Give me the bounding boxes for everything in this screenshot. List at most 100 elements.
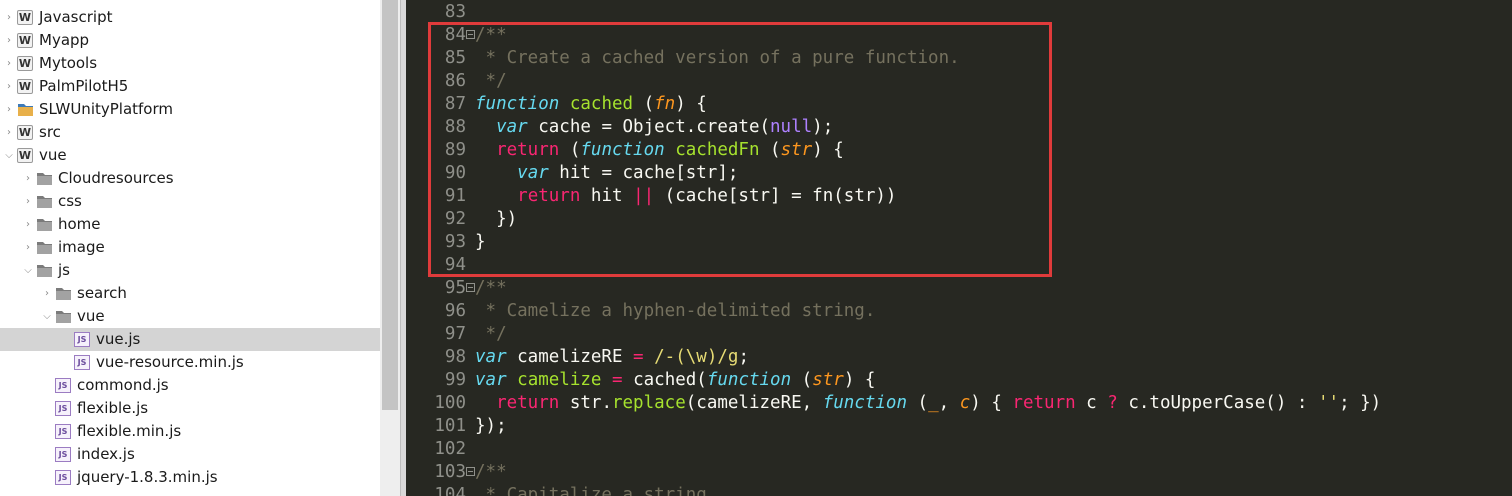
- tree-item[interactable]: JS index.js: [0, 443, 380, 466]
- code-line[interactable]: 90 var hit = cache[str];: [406, 162, 1512, 185]
- chevron-right-icon[interactable]: ›: [22, 213, 34, 236]
- tree-item[interactable]: JS flexible.min.js: [0, 420, 380, 443]
- tree-item-label: search: [77, 284, 127, 302]
- chevron-right-icon[interactable]: ›: [3, 52, 15, 75]
- code-line[interactable]: 95 /**: [406, 277, 1512, 300]
- code-line[interactable]: 84 /**: [406, 24, 1512, 47]
- chevron-down-icon[interactable]: ⌵: [22, 259, 34, 282]
- chevron-right-icon[interactable]: ›: [22, 190, 34, 213]
- code-line[interactable]: 83: [406, 1, 1512, 24]
- line-number: 103: [434, 462, 466, 482]
- tree-item[interactable]: › Cloudresources: [0, 167, 380, 190]
- code-line[interactable]: 94: [406, 254, 1512, 277]
- code-text: return (function cachedFn (str) {: [475, 139, 844, 162]
- code-token: ) {: [812, 140, 844, 160]
- explorer-scrollbar[interactable]: [380, 0, 400, 496]
- chevron-right-icon[interactable]: ›: [3, 29, 15, 52]
- tree-item[interactable]: ⌵ vue: [0, 305, 380, 328]
- code-token: });: [475, 416, 507, 436]
- chevron-right-icon[interactable]: ›: [22, 167, 34, 190]
- code-token: ;: [738, 347, 749, 367]
- code-token: /-(\w)/g: [654, 347, 739, 367]
- chevron-right-icon[interactable]: ›: [41, 282, 53, 305]
- tree-item-label: Myapp: [39, 31, 90, 49]
- tree-item[interactable]: JS vue-resource.min.js: [0, 351, 380, 374]
- chevron-right-icon[interactable]: ›: [22, 236, 34, 259]
- tree-item[interactable]: JS commond.js: [0, 374, 380, 397]
- project-icon: W: [17, 56, 33, 71]
- code-token: c: [959, 393, 971, 413]
- fold-toggle-icon[interactable]: [466, 283, 475, 292]
- code-line[interactable]: 98 var camelizeRE = /-(\w)/g;: [406, 346, 1512, 369]
- tree-item[interactable]: › W PalmPilotH5: [0, 75, 380, 98]
- fold-toggle-icon[interactable]: [466, 467, 475, 476]
- chevron-right-icon[interactable]: ›: [3, 6, 15, 29]
- code-line[interactable]: 93}: [406, 231, 1512, 254]
- code-editor[interactable]: 83 84/** 85 * Create a cached version of a…: [406, 0, 1512, 496]
- tree-item[interactable]: JS jquery-1.8.3.min.js: [0, 466, 380, 489]
- code-line[interactable]: 89 return (function cachedFn (str) {: [406, 139, 1512, 162]
- tree-item[interactable]: JS vue.js: [0, 328, 380, 351]
- tree-item[interactable]: ⌵ Wvue: [0, 144, 380, 167]
- code-text: var camelizeRE = /-(\w)/g;: [475, 346, 749, 369]
- tree-item[interactable]: › search: [0, 282, 380, 305]
- code-token: ; }): [1339, 393, 1382, 413]
- explorer-scroll-thumb[interactable]: [382, 0, 398, 410]
- code-line[interactable]: 87 function cached (fn) {: [406, 93, 1512, 116]
- tree-item[interactable]: › W Javascript: [0, 6, 380, 29]
- code-text: }): [475, 208, 517, 231]
- code-token: (: [791, 370, 813, 390]
- code-line[interactable]: 85 * Create a cached version of a pure f…: [406, 47, 1512, 70]
- tree-item[interactable]: › W Mytools: [0, 52, 380, 75]
- tree-item-label: Javascript: [39, 8, 113, 26]
- tree-item[interactable]: JS flexible.js: [0, 397, 380, 420]
- tree-item[interactable]: › W Myapp: [0, 29, 380, 52]
- code-token: }): [475, 209, 518, 229]
- code-token: return: [496, 393, 560, 413]
- line-number: 91: [444, 186, 466, 206]
- folder-icon: [55, 286, 71, 301]
- code-line[interactable]: 101});: [406, 415, 1512, 438]
- code-line[interactable]: 96 * Camelize a hyphen-delimited string.: [406, 300, 1512, 323]
- code-line[interactable]: 92 }): [406, 208, 1512, 231]
- code-line[interactable]: 88 var cache = Object.create(null);: [406, 116, 1512, 139]
- chevron-down-icon[interactable]: ⌵: [3, 144, 15, 167]
- js-file-icon: JS: [55, 378, 71, 393]
- tree-item[interactable]: ⌵ js: [0, 259, 380, 282]
- code-token: cached: [569, 94, 634, 114]
- code-line[interactable]: 97 */: [406, 323, 1512, 346]
- code-line[interactable]: 102: [406, 438, 1512, 461]
- js-file-icon: JS: [74, 332, 90, 347]
- tree-item[interactable]: › css: [0, 190, 380, 213]
- code-token: function: [580, 140, 665, 160]
- tree-item[interactable]: › image: [0, 236, 380, 259]
- tree-item[interactable]: › home: [0, 213, 380, 236]
- tree-item[interactable]: › Wsrc: [0, 121, 380, 144]
- code-text: var camelize = cached(function (str) {: [475, 369, 875, 392]
- code-token: var: [475, 370, 507, 390]
- chevron-right-icon[interactable]: ›: [3, 121, 15, 144]
- tree-item-label: Cloudresources: [58, 169, 174, 187]
- code-line[interactable]: 99 var camelize = cached(function (str) {: [406, 369, 1512, 392]
- line-number: 100: [434, 393, 466, 413]
- special-folder-icon: [17, 102, 33, 117]
- tree-item-label: PalmPilotH5: [39, 77, 129, 95]
- code-token: ) {: [843, 370, 876, 390]
- code-token: var: [475, 347, 507, 367]
- code-line[interactable]: 86 */: [406, 70, 1512, 93]
- tree-item[interactable]: › SLWUnityPlatform: [0, 98, 380, 121]
- fold-toggle-icon[interactable]: [466, 30, 475, 39]
- chevron-right-icon[interactable]: ›: [3, 98, 15, 121]
- chevron-right-icon[interactable]: ›: [3, 75, 15, 98]
- code-token: return: [517, 186, 581, 206]
- chevron-down-icon[interactable]: ⌵: [41, 305, 53, 328]
- code-token: hit: [580, 186, 634, 206]
- code-line[interactable]: 100 return str.replace(camelizeRE, funct…: [406, 392, 1512, 415]
- code-line[interactable]: 91 return hit || (cache[str] = fn(str)): [406, 185, 1512, 208]
- line-number: 102: [434, 439, 466, 459]
- code-line[interactable]: 103 /**: [406, 461, 1512, 484]
- code-line[interactable]: 104 * Capitalize a string.: [406, 484, 1512, 496]
